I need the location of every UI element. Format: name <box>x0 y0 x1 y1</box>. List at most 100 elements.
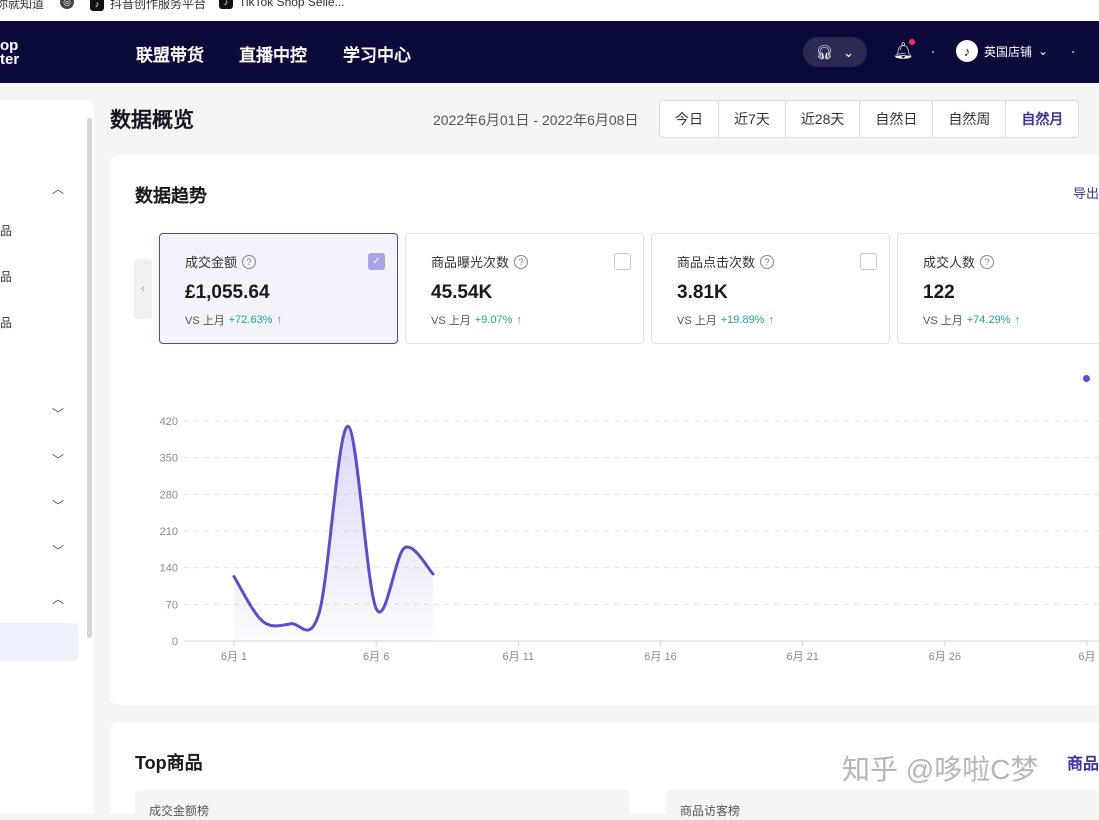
x-tick-label: 6月 <box>1078 651 1095 663</box>
tab-today[interactable]: 今日 <box>660 101 719 137</box>
tab-natural-month[interactable]: 自然月 <box>1006 101 1078 137</box>
y-tick-label: 350 <box>160 453 178 465</box>
sidebar-item-label[interactable]: 品 <box>0 314 12 331</box>
products-link[interactable]: 商品 <box>1067 750 1099 774</box>
metric-delta: +19.89% <box>721 314 765 326</box>
metric-compare-label: VS 上月 <box>923 312 963 328</box>
date-range-picker[interactable]: 2022年6月01日 - 2022年6月08日 <box>433 110 638 130</box>
metric-value: 45.54K <box>431 282 618 304</box>
tab-natural-day[interactable]: 自然日 <box>860 101 933 137</box>
metric-name: 商品曝光次数 <box>431 252 509 271</box>
bookmark-item[interactable]: ♪ 抖音创作服务平台 <box>90 0 206 12</box>
chevron-left-icon[interactable]: ‹ <box>134 259 152 319</box>
y-tick-label: 280 <box>160 489 178 501</box>
logo[interactable]: op ter <box>0 39 19 67</box>
metric-checkbox[interactable] <box>860 253 877 270</box>
bookmark-label: 你就知道 <box>0 0 44 12</box>
sidebar <box>0 100 94 814</box>
tab-last-28-days[interactable]: 近28天 <box>786 101 861 137</box>
visitor-ranking-panel: 商品访客榜 <box>666 790 1099 820</box>
section-title: 数据趋势 <box>135 182 207 208</box>
help-icon[interactable]: ? <box>242 255 256 269</box>
metric-value: 3.81K <box>677 282 864 304</box>
chevron-up-icon[interactable]: ︿ <box>52 590 64 607</box>
support-menu[interactable]: 🎧︎ ⌄ <box>803 37 867 67</box>
metric-delta: +72.63% <box>229 314 273 326</box>
metric-name: 商品点击次数 <box>677 252 755 271</box>
shop-name: 英国店铺 <box>984 43 1032 60</box>
metric-checkbox[interactable]: ✓ <box>368 253 385 270</box>
x-tick-label: 6月 21 <box>786 651 818 663</box>
chevron-down-icon: ⌄ <box>1038 44 1048 58</box>
x-tick-label: 6月 1 <box>221 651 247 663</box>
bookmarks-bar: 你就知道 ◎ ♪ 抖音创作服务平台 ♪ TikTok Shop Selle... <box>0 0 1099 21</box>
range-tabs: 今日 近7天 近28天 自然日 自然周 自然月 <box>659 100 1079 138</box>
bookmark-item[interactable]: ◎ <box>60 0 74 9</box>
series-area <box>234 426 433 641</box>
metric-value: 122 <box>923 282 1081 304</box>
x-tick-label: 6月 6 <box>363 651 389 663</box>
chevron-up-icon[interactable]: ︿ <box>52 180 64 197</box>
bookmark-item[interactable]: ♪ TikTok Shop Selle... <box>219 0 345 9</box>
top-nav: op ter 联盟带货 直播中控 学习中心 🎧︎ ⌄ 🔔︎ ♪ 英国店铺 ⌄ <box>0 21 1099 83</box>
chevron-down-icon[interactable]: ﹀ <box>52 542 64 559</box>
tiktok-icon: ♪ <box>90 0 104 11</box>
sidebar-item-label[interactable]: 品 <box>0 222 12 239</box>
tiktok-icon: ♪ <box>219 0 233 9</box>
help-icon[interactable]: ? <box>760 255 774 269</box>
watermark: 知乎 @哆啦C梦 <box>842 748 1038 788</box>
divider <box>1072 51 1074 53</box>
nav-learning-center[interactable]: 学习中心 <box>343 41 411 66</box>
metric-card-gmv[interactable]: 成交金额? £1,055.64 VS 上月+72.63%↑ ✓ <box>159 233 398 344</box>
trend-chart: 0 70 140 210 280 350 420 6月 1 6月 6 6月 11 6月 16 6月 2… <box>110 390 1099 670</box>
sidebar-item-label[interactable]: 品 <box>0 268 12 285</box>
notification-dot <box>909 39 915 45</box>
bookmark-item[interactable]: 你就知道 <box>0 0 44 12</box>
metric-card-buyers[interactable]: 成交人数? 122 VS 上月+74.29%↑ <box>897 233 1099 344</box>
y-tick-label: 140 <box>160 563 178 575</box>
divider <box>932 51 934 53</box>
section-title: Top商品 <box>135 749 203 775</box>
chevron-down-icon[interactable]: ﹀ <box>52 497 64 514</box>
arrow-up-icon: ↑ <box>276 314 282 326</box>
check-icon: ✓ <box>372 256 380 267</box>
sidebar-item-active[interactable] <box>0 623 78 661</box>
shop-switcher[interactable]: ♪ 英国店铺 ⌄ <box>956 40 1048 62</box>
y-tick-label: 70 <box>166 599 178 611</box>
tab-last-7-days[interactable]: 近7天 <box>719 101 786 137</box>
nav-affiliate[interactable]: 联盟带货 <box>136 41 204 66</box>
metric-delta: +9.07% <box>475 314 513 326</box>
arrow-up-icon: ↑ <box>1014 314 1020 326</box>
y-tick-label: 210 <box>160 526 178 538</box>
chevron-down-icon[interactable]: ﹀ <box>52 405 64 422</box>
globe-icon: ◎ <box>60 0 74 9</box>
metric-card-impressions[interactable]: 商品曝光次数? 45.54K VS 上月+9.07%↑ <box>405 233 644 344</box>
bookmark-label: TikTok Shop Selle... <box>239 0 345 9</box>
tab-natural-week[interactable]: 自然周 <box>933 101 1006 137</box>
logo-line: ter <box>0 53 19 67</box>
y-tick-label: 420 <box>160 416 178 428</box>
metric-value: £1,055.64 <box>185 282 372 304</box>
x-tick-label: 6月 26 <box>929 651 961 663</box>
metric-delta: +74.29% <box>967 314 1011 326</box>
x-tick-label: 6月 11 <box>503 651 535 663</box>
sidebar-scrollbar[interactable] <box>87 118 92 638</box>
export-button[interactable]: 导出 <box>1073 183 1099 202</box>
panel-title: 商品访客榜 <box>680 804 740 818</box>
tiktok-icon: ♪ <box>956 40 978 62</box>
help-icon[interactable]: ? <box>980 255 994 269</box>
metric-compare-label: VS 上月 <box>677 312 717 328</box>
chevron-down-icon[interactable]: ﹀ <box>52 451 64 468</box>
help-icon[interactable]: ? <box>514 255 528 269</box>
metric-checkbox[interactable] <box>614 253 631 270</box>
nav-live-control[interactable]: 直播中控 <box>239 41 307 66</box>
metric-compare-label: VS 上月 <box>431 312 471 328</box>
y-tick-label: 0 <box>172 636 178 648</box>
panel-title: 成交金额榜 <box>149 804 209 818</box>
page-title: 数据概览 <box>110 104 194 134</box>
metric-card-clicks[interactable]: 商品点击次数? 3.81K VS 上月+19.89%↑ <box>651 233 890 344</box>
metric-compare-label: VS 上月 <box>185 312 225 328</box>
headset-icon: 🎧︎ <box>816 44 834 61</box>
x-tick-label: 6月 16 <box>644 651 676 663</box>
gmv-ranking-panel: 成交金额榜 <box>135 790 629 820</box>
